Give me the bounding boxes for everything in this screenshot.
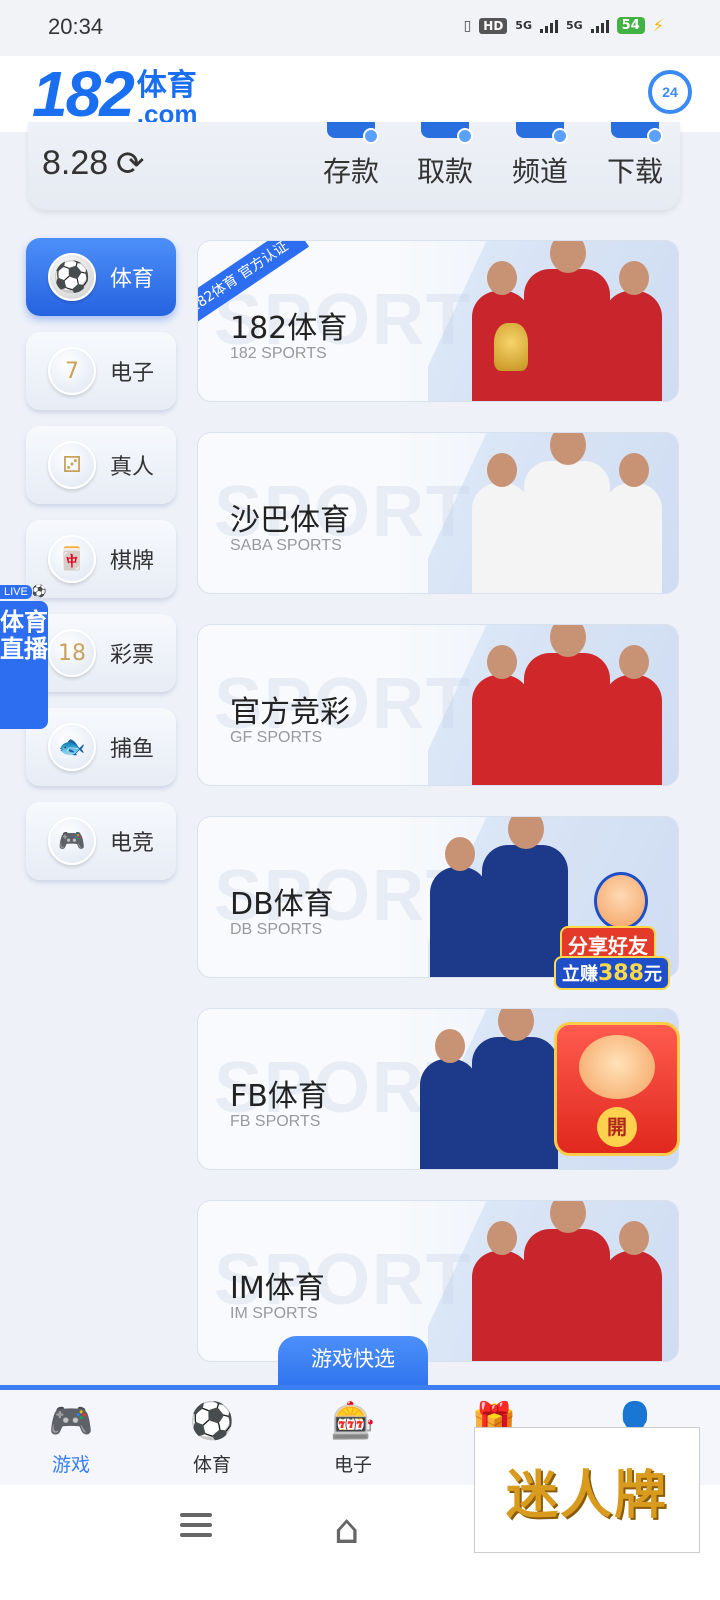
- player-photo: [430, 817, 568, 977]
- refresh-icon[interactable]: ⟳: [116, 144, 145, 184]
- card-title: 182体育: [230, 311, 348, 346]
- gamepad-icon: 🎮: [48, 1401, 94, 1442]
- customer-support-icon[interactable]: 24: [648, 70, 692, 114]
- balance-amount: 8.28: [42, 144, 109, 182]
- signal-label-2: 5G: [565, 19, 583, 32]
- channel-icon: [516, 122, 568, 144]
- player-photo: [420, 1009, 558, 1169]
- status-icons: ▯ HD 5G 5G 54 ⚡: [464, 16, 664, 35]
- card-title: DB体育: [230, 887, 334, 922]
- card-subtitle: DB SPORTS: [230, 921, 323, 938]
- home-icon[interactable]: ⌂: [334, 1507, 359, 1553]
- logo-text: 体育: [136, 68, 197, 103]
- category-sidebar: ⚽ 体育 7 电子 ⚂ 真人 🀄 棋牌 18 彩票 🐟 捕鱼 🎮 电竞: [26, 238, 176, 896]
- signal-icon-1: [539, 19, 558, 33]
- withdraw-button[interactable]: 取款: [410, 122, 480, 190]
- card-title: IM体育: [230, 1271, 325, 1306]
- provider-card-gf[interactable]: SPORTS 官方竞彩 GF SPORTS: [197, 624, 679, 786]
- vibrate-icon: ▯: [463, 17, 472, 34]
- slot-machine-icon: 🎰: [330, 1401, 376, 1442]
- player-photo: [472, 625, 662, 785]
- card-subtitle: GF SPORTS: [230, 729, 323, 746]
- soccer-ball-icon: ⚽: [189, 1401, 235, 1442]
- signal-label-1: 5G: [515, 19, 532, 32]
- provider-card-im[interactable]: SPORTS IM体育 IM SPORTS: [197, 1200, 679, 1362]
- watermark-text: 迷人牌: [505, 1465, 668, 1526]
- category-sports[interactable]: ⚽ 体育: [26, 238, 176, 316]
- player-photo: [472, 1201, 662, 1361]
- dice-icon: ⚂: [48, 441, 96, 489]
- deposit-button[interactable]: 存款: [316, 122, 386, 190]
- category-esports[interactable]: 🎮 电竞: [26, 802, 176, 880]
- charging-icon: ⚡: [652, 16, 664, 35]
- gamepad-icon: 🎮: [48, 817, 96, 865]
- live-sports-label: 体育直播: [0, 601, 48, 729]
- category-slots[interactable]: 7 电子: [26, 332, 176, 410]
- live-tag: LIVE: [0, 585, 32, 599]
- nav-sports[interactable]: ⚽ 体育: [157, 1400, 267, 1477]
- category-live-casino[interactable]: ⚂ 真人: [26, 426, 176, 504]
- envelope-open-label: 開: [597, 1107, 637, 1147]
- nav-games[interactable]: 🎮 游戏: [16, 1400, 126, 1477]
- trophy-icon: [494, 323, 528, 371]
- share-promo-reward: 立赚388元: [554, 956, 670, 990]
- deposit-icon: [327, 122, 379, 144]
- nav-slots[interactable]: 🎰 电子: [298, 1400, 408, 1477]
- lottery-ball-icon: 18: [48, 629, 96, 677]
- soccer-ball-icon: ⚽: [48, 253, 96, 301]
- card-subtitle: IM SPORTS: [230, 1305, 318, 1322]
- red-envelope-promo[interactable]: 開: [554, 1022, 680, 1156]
- mascot-icon: [594, 872, 648, 930]
- watermark-overlay: 迷人牌: [474, 1427, 700, 1553]
- player-photo: [472, 433, 662, 593]
- live-sports-badge[interactable]: LIVE ⚽ 体育直播: [0, 580, 50, 729]
- download-icon: [611, 122, 663, 144]
- share-promo-badge[interactable]: 分享好友 立赚388元: [554, 872, 682, 992]
- quick-select-tab[interactable]: 游戏快选: [278, 1336, 428, 1388]
- soccer-ball-icon: ⚽: [31, 584, 47, 598]
- card-title: 官方竞彩: [230, 695, 350, 730]
- status-time: 20:34: [48, 14, 104, 39]
- card-subtitle: SABA SPORTS: [230, 537, 342, 554]
- wallet-bar: 8.28 ⟳ 存款 取款 频道 下载: [28, 122, 680, 210]
- fish-icon: 🐟: [48, 723, 96, 771]
- download-button[interactable]: 下载: [600, 122, 670, 190]
- logo[interactable]: 182 体育 .com: [32, 58, 197, 130]
- slot-machine-icon: 7: [48, 347, 96, 395]
- status-bar: 20:34 ▯ HD 5G 5G 54 ⚡: [0, 0, 720, 56]
- channel-button[interactable]: 频道: [505, 122, 575, 190]
- card-subtitle: FB SPORTS: [230, 1113, 321, 1130]
- card-title: 沙巴体育: [230, 503, 350, 538]
- mahjong-icon: 🀄: [48, 535, 96, 583]
- sports-provider-list: SPORTS 182体育 官方认证 182体育 182 SPORTS SPORT…: [197, 240, 679, 1392]
- hd-icon: HD: [479, 17, 508, 34]
- menu-icon[interactable]: [180, 1513, 212, 1543]
- battery-icon: 54: [616, 17, 645, 34]
- logo-number: 182: [32, 58, 135, 130]
- provider-card-182[interactable]: SPORTS 182体育 官方认证 182体育 182 SPORTS: [197, 240, 679, 402]
- withdraw-icon: [421, 122, 473, 144]
- card-subtitle: 182 SPORTS: [230, 345, 327, 362]
- app-header: 182 体育 .com 24: [0, 56, 720, 132]
- mascot-icon: [579, 1035, 655, 1099]
- signal-icon-2: [590, 19, 609, 33]
- provider-card-saba[interactable]: SPORTS 沙巴体育 SABA SPORTS: [197, 432, 679, 594]
- card-title: FB体育: [230, 1079, 328, 1114]
